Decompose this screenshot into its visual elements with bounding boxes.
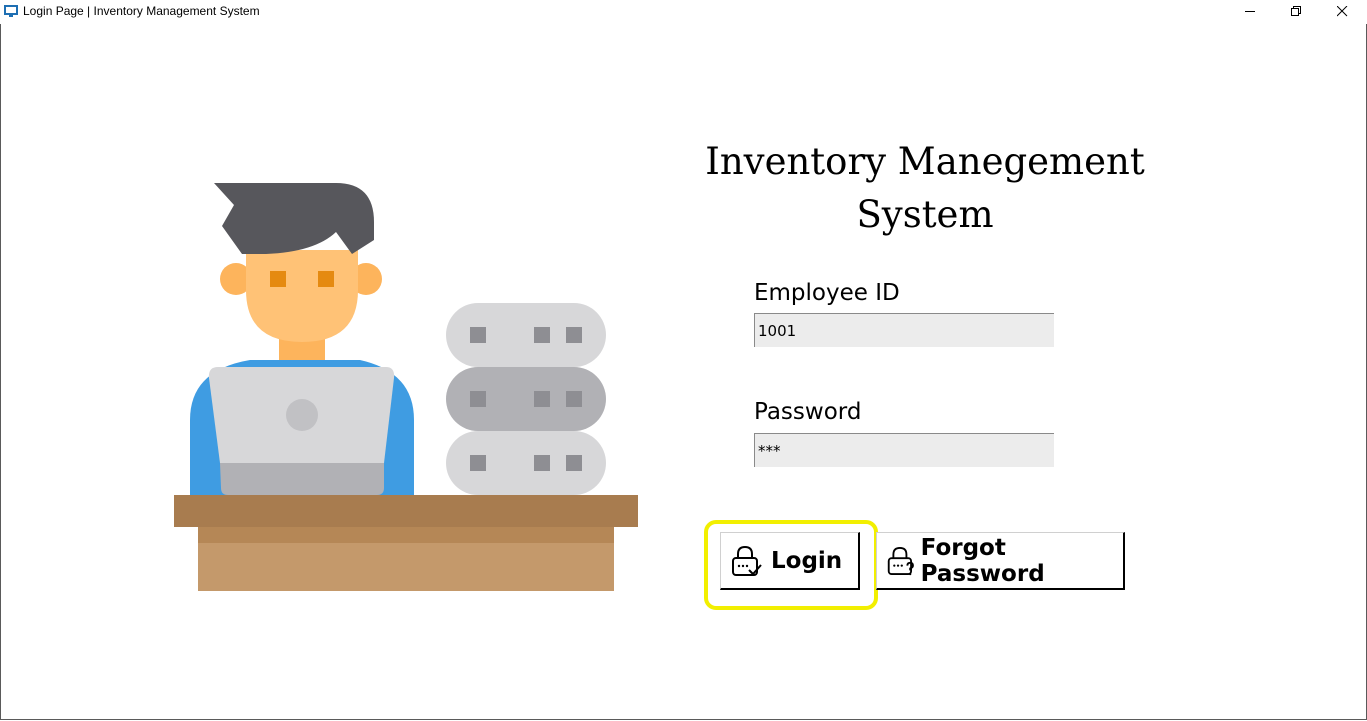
minimize-button[interactable] <box>1227 0 1273 22</box>
title-bar[interactable]: Login Page | Inventory Management System <box>0 0 1367 24</box>
forgot-password-label: Forgot Password <box>920 534 1045 587</box>
restore-button[interactable] <box>1273 0 1319 22</box>
app-title-line1: Inventory Manegement <box>705 140 1145 183</box>
app-title: Inventory Manegement System <box>655 135 1195 241</box>
employee-server-illustration <box>174 183 638 591</box>
close-button[interactable] <box>1319 0 1365 22</box>
minimize-icon <box>1244 10 1255 12</box>
laptop-icon <box>208 367 395 495</box>
server-stack-icon <box>446 303 606 495</box>
password-label: Password <box>754 399 862 425</box>
restore-icon <box>1290 5 1301 16</box>
lock-check-icon <box>732 545 762 576</box>
login-button-label: Login <box>771 547 843 574</box>
forgot-password-button[interactable]: Forgot Password <box>876 532 1125 590</box>
app-title-line2: System <box>856 193 994 236</box>
window-title: Login Page | Inventory Management System <box>23 4 260 18</box>
employee-id-label: Employee ID <box>754 280 900 306</box>
employee-id-input[interactable] <box>754 313 1054 347</box>
app-icon <box>4 5 18 17</box>
close-icon <box>1336 5 1347 16</box>
password-input[interactable] <box>754 433 1054 467</box>
lock-question-icon <box>887 546 914 575</box>
login-button[interactable]: Login <box>720 532 860 590</box>
desk-icon <box>174 495 638 591</box>
